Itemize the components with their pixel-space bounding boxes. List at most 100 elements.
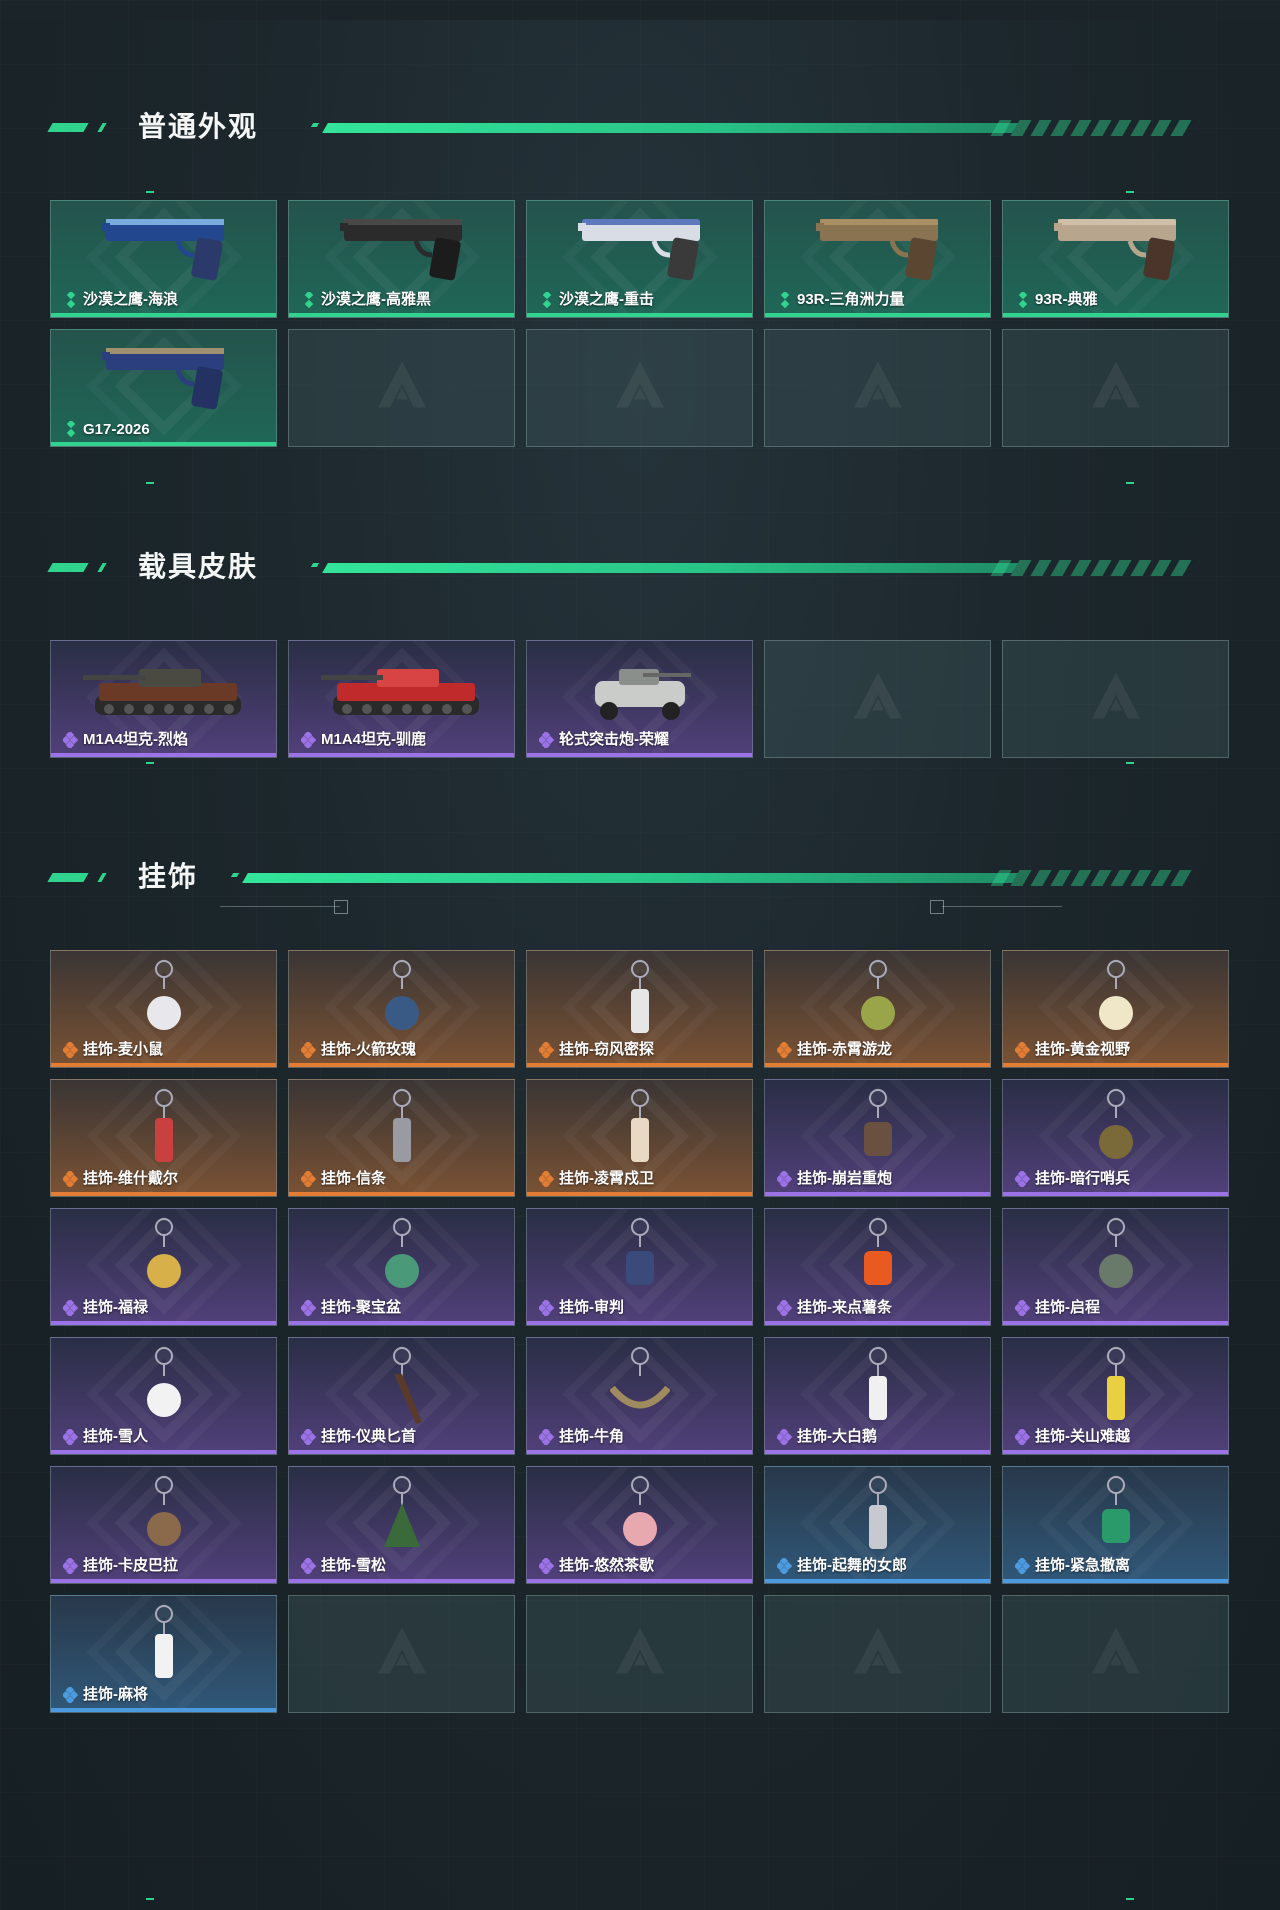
item-card[interactable]: 挂饰-福禄 <box>50 1208 277 1326</box>
rarity-bar <box>1003 1192 1228 1196</box>
item-name: 挂饰-黄金视野 <box>1035 1041 1130 1058</box>
rarity-bar <box>765 1321 990 1325</box>
item-card[interactable]: 挂饰-麻将 <box>50 1595 277 1713</box>
guard-charm-icon <box>610 1086 670 1177</box>
item-name: 沙漠之鹰-海浪 <box>83 291 178 308</box>
empty-slot <box>288 1595 515 1713</box>
item-card[interactable]: 挂饰-关山难越 <box>1002 1337 1229 1455</box>
item-card[interactable]: 挂饰-起舞的女郎 <box>764 1466 991 1584</box>
item-card[interactable]: 沙漠之鹰-海浪 <box>50 200 277 318</box>
wheeled-assault-gun-icon <box>585 659 695 734</box>
empty-slot <box>288 329 515 447</box>
treasure-bowl-charm-icon <box>372 1215 432 1306</box>
rarity-bar <box>765 313 990 317</box>
item-card[interactable]: 挂饰-麦小鼠 <box>50 950 277 1068</box>
item-card[interactable]: 挂饰-悠然茶歇 <box>526 1466 753 1584</box>
empty-slot <box>764 329 991 447</box>
item-card[interactable]: 挂饰-雪松 <box>288 1466 515 1584</box>
item-card[interactable]: 挂饰-暗行哨兵 <box>1002 1079 1229 1197</box>
item-name: 93R-三角洲力量 <box>797 291 905 308</box>
item-card[interactable]: 挂饰-雪人 <box>50 1337 277 1455</box>
rarity-bar <box>51 1063 276 1067</box>
mouse-charm-icon <box>134 957 194 1048</box>
empty-slot <box>764 640 991 758</box>
logo-watermark-icon <box>612 358 668 419</box>
item-card[interactable]: M1A4坦克-烈焰 <box>50 640 277 758</box>
item-name: 挂饰-大白鹅 <box>797 1428 877 1445</box>
item-card[interactable]: 挂饰-启程 <box>1002 1208 1229 1326</box>
rarity-bar <box>527 1579 752 1583</box>
header-tick <box>47 873 89 882</box>
item-name: 挂饰-雪松 <box>321 1557 386 1574</box>
item-card[interactable]: 挂饰-窃风密探 <box>526 950 753 1068</box>
rarity-bar <box>289 1192 514 1196</box>
timeline-deco <box>942 906 1062 907</box>
item-card[interactable]: 轮式突击炮-荣耀 <box>526 640 753 758</box>
item-card[interactable]: M1A4坦克-驯鹿 <box>288 640 515 758</box>
rarity-bar <box>527 1321 752 1325</box>
item-name: 挂饰-火箭玫瑰 <box>321 1041 416 1058</box>
wisadel-charm-icon <box>134 1086 194 1177</box>
vehicles-grid: M1A4坦克-烈焰 M1A4坦克-驯鹿 轮式突击炮-荣耀 <box>50 640 1229 758</box>
item-name: G17-2026 <box>83 421 150 438</box>
item-name: 挂饰-聚宝盆 <box>321 1299 401 1316</box>
item-card[interactable]: 挂饰-紧急撤离 <box>1002 1466 1229 1584</box>
rarity-bar <box>289 1579 514 1583</box>
item-card[interactable]: 挂饰-大白鹅 <box>764 1337 991 1455</box>
weapons-grid: 沙漠之鹰-海浪 沙漠之鹰-高雅黑 沙漠之鹰-重击 93R-三角洲力量 93R-典… <box>50 200 1229 447</box>
item-card[interactable]: 挂饰-崩岩重炮 <box>764 1079 991 1197</box>
header-tick <box>97 123 107 132</box>
item-name: 挂饰-雪人 <box>83 1428 148 1445</box>
rarity-bar <box>765 1579 990 1583</box>
item-card[interactable]: 沙漠之鹰-重击 <box>526 200 753 318</box>
rarity-bar <box>51 1708 276 1712</box>
sentinel-charm-icon <box>1086 1086 1146 1177</box>
pistol-white-blue-icon <box>570 209 710 292</box>
item-card[interactable]: 挂饰-审判 <box>526 1208 753 1326</box>
item-name: 挂饰-启程 <box>1035 1299 1100 1316</box>
rarity-bar <box>765 1063 990 1067</box>
item-card[interactable]: 93R-三角洲力量 <box>764 200 991 318</box>
charms-grid: 挂饰-麦小鼠 挂饰-火箭玫瑰 挂饰-窃风密探 挂饰-赤霄游龙 挂饰-黄金视野 挂… <box>50 950 1229 1713</box>
item-card[interactable]: 挂饰-火箭玫瑰 <box>288 950 515 1068</box>
dancer-charm-icon <box>848 1473 908 1564</box>
item-card[interactable]: 挂饰-卡皮巴拉 <box>50 1466 277 1584</box>
item-card[interactable]: 93R-典雅 <box>1002 200 1229 318</box>
logo-watermark-icon <box>1088 1624 1144 1685</box>
item-card[interactable]: 挂饰-维什戴尔 <box>50 1079 277 1197</box>
header-bar <box>322 563 1018 573</box>
empty-slot <box>1002 1595 1229 1713</box>
section-title: 载具皮肤 <box>138 551 259 582</box>
empty-slot <box>526 1595 753 1713</box>
item-card[interactable]: 挂饰-黄金视野 <box>1002 950 1229 1068</box>
dagger-charm-icon <box>372 1344 432 1435</box>
item-name: 挂饰-凌霄戍卫 <box>559 1170 654 1187</box>
section-title: 普通外观 <box>138 111 259 142</box>
corner-tick <box>146 191 154 193</box>
header-tick <box>97 563 107 572</box>
rarity-bar <box>51 1450 276 1454</box>
item-card[interactable]: 挂饰-聚宝盆 <box>288 1208 515 1326</box>
header-tick <box>97 873 107 882</box>
header-bar <box>322 123 1018 133</box>
tank-flame-icon <box>79 659 249 734</box>
corner-tick <box>146 762 154 764</box>
item-name: 挂饰-牛角 <box>559 1428 624 1445</box>
item-card[interactable]: 挂饰-来点薯条 <box>764 1208 991 1326</box>
cupcake-charm-icon <box>610 1473 670 1564</box>
departure-ring-charm-icon <box>1086 1215 1146 1306</box>
item-card[interactable]: 沙漠之鹰-高雅黑 <box>288 200 515 318</box>
header-bar-thin <box>310 123 320 127</box>
item-name: 挂饰-卡皮巴拉 <box>83 1557 178 1574</box>
item-card[interactable]: 挂饰-信条 <box>288 1079 515 1197</box>
rarity-bar <box>1003 1063 1228 1067</box>
item-card[interactable]: 挂饰-仪典匕首 <box>288 1337 515 1455</box>
item-card[interactable]: G17-2026 <box>50 329 277 447</box>
rarity-bar <box>51 1579 276 1583</box>
rarity-bar <box>1003 313 1228 317</box>
item-card[interactable]: 挂饰-牛角 <box>526 1337 753 1455</box>
timeline-box <box>930 900 944 914</box>
item-card[interactable]: 挂饰-赤霄游龙 <box>764 950 991 1068</box>
item-card[interactable]: 挂饰-凌霄戍卫 <box>526 1079 753 1197</box>
item-name: 挂饰-紧急撤离 <box>1035 1557 1130 1574</box>
